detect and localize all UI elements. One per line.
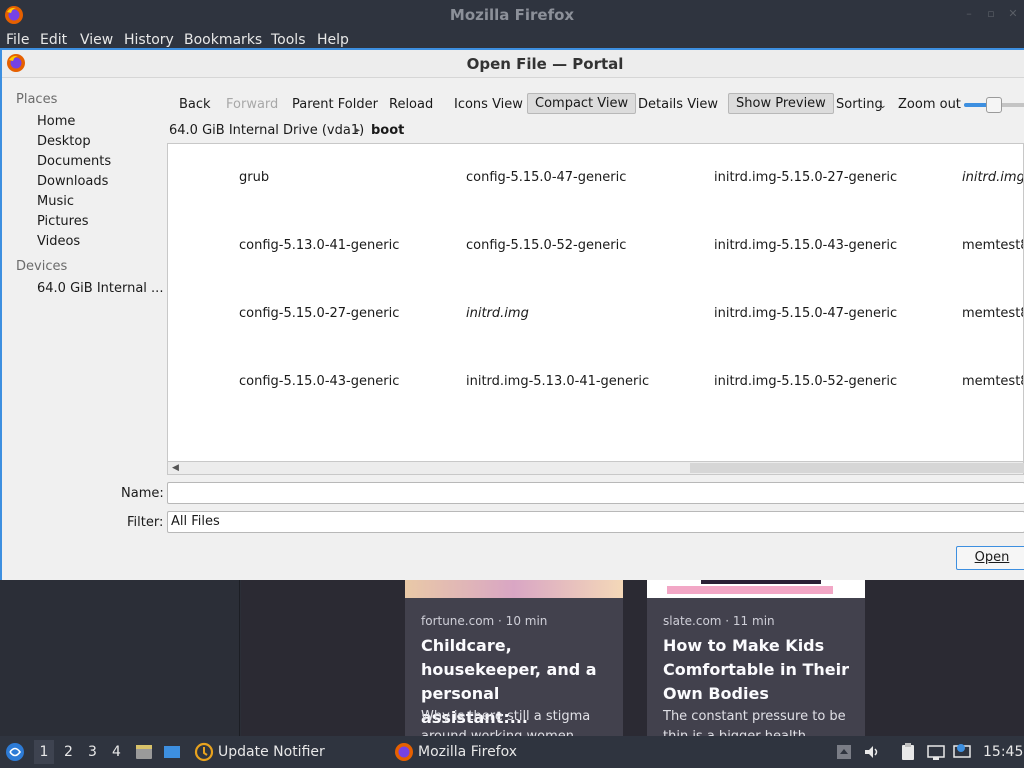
back-button[interactable]: Back (179, 97, 211, 112)
story-card[interactable]: slate.com · 11 min How to Make Kids Comf… (647, 580, 865, 736)
path-separator-icon: ▸ (355, 125, 361, 136)
file-item[interactable]: memtest86 (962, 306, 1023, 321)
firefox-menubar: File Edit View History Bookmarks Tools H… (0, 30, 1024, 50)
workspace-1[interactable]: 1 (34, 740, 54, 764)
file-item[interactable]: config-5.15.0-43-generic (239, 374, 399, 389)
workspace-4[interactable]: 4 (112, 744, 121, 760)
sidebar-item-documents[interactable]: Documents (37, 154, 111, 169)
path-current-folder[interactable]: boot (371, 123, 404, 138)
menu-file[interactable]: File (6, 32, 29, 48)
menu-edit[interactable]: Edit (40, 32, 67, 48)
places-heading: Places (16, 92, 58, 107)
file-item[interactable]: memtest86 (962, 374, 1023, 389)
taskbar: 1 2 3 4 Update Notifier Mozilla Firefox … (0, 736, 1024, 768)
close-icon[interactable]: ✕ (1008, 8, 1018, 19)
file-item[interactable]: initrd.img-5.15.0-27-generic (714, 170, 897, 185)
maximize-icon[interactable]: ▫ (986, 8, 996, 19)
sidebar-item-music[interactable]: Music (37, 194, 74, 209)
file-item[interactable]: config-5.15.0-27-generic (239, 306, 399, 321)
scrollbar-thumb[interactable] (690, 463, 1024, 473)
sorting-button[interactable]: Sorting (836, 97, 883, 112)
horizontal-scrollbar[interactable]: ◀ (167, 461, 1024, 475)
story-headline: How to Make Kids Comfortable in Their Ow… (663, 636, 850, 703)
devices-heading: Devices (16, 259, 68, 274)
background-sidebar (0, 580, 240, 736)
dialog-title: Open File — Portal (466, 55, 624, 73)
menu-history[interactable]: History (124, 32, 174, 48)
open-file-dialog: Open File — Portal Places Home Desktop D… (0, 48, 1024, 580)
firefox-window-title: Mozilla Firefox (449, 6, 575, 24)
open-button-label: Open (974, 550, 1010, 565)
story-source: fortune.com · 10 min (421, 614, 548, 628)
zoom-slider-handle[interactable] (986, 97, 1002, 113)
dialog-body: Places Home Desktop Documents Downloads … (2, 78, 1024, 580)
parent-folder-button[interactable]: Parent Folder (292, 97, 378, 112)
show-preview-button[interactable]: Show Preview (728, 93, 834, 114)
workspace-2[interactable]: 2 (64, 744, 73, 760)
story-source: slate.com · 11 min (663, 614, 775, 628)
icons-view-button[interactable]: Icons View (454, 97, 523, 112)
show-desktop-icon[interactable] (162, 742, 182, 762)
sidebar-item-downloads[interactable]: Downloads (37, 174, 108, 189)
menu-bookmarks[interactable]: Bookmarks (184, 32, 262, 48)
file-item[interactable]: grub (239, 170, 269, 185)
story-thumbnail (647, 580, 865, 598)
sidebar-item-pictures[interactable]: Pictures (37, 214, 88, 229)
file-item[interactable]: initrd.img.o (962, 170, 1023, 185)
name-label: Name: (121, 486, 164, 501)
story-thumbnail (405, 580, 623, 598)
file-item[interactable]: initrd.img-5.15.0-47-generic (714, 306, 897, 321)
file-item[interactable]: initrd.img (466, 306, 529, 321)
minimize-icon[interactable]: – (964, 8, 974, 19)
file-manager-icon[interactable] (134, 742, 154, 762)
sorting-chevron-down-icon: ⌄ (879, 101, 887, 111)
file-item[interactable]: memtest86 (962, 238, 1023, 253)
sidebar-item-internal-drive[interactable]: 64.0 GiB Internal ... (37, 281, 163, 296)
dialog-titlebar: Open File — Portal (2, 50, 1024, 78)
tray-arrow-up-icon[interactable] (834, 742, 854, 762)
notification-icon[interactable] (952, 742, 972, 762)
update-notifier-icon (194, 742, 214, 762)
story-excerpt: The constant pressure to be thin is a bi… (663, 709, 846, 736)
file-item[interactable]: config-5.13.0-41-generic (239, 238, 399, 253)
file-item[interactable]: initrd.img-5.15.0-52-generic (714, 374, 897, 389)
background-newtab (241, 580, 1024, 736)
update-notifier-task[interactable]: Update Notifier (218, 744, 325, 760)
file-item[interactable]: config-5.15.0-47-generic (466, 170, 626, 185)
file-item[interactable]: config-5.15.0-52-generic (466, 238, 626, 253)
sidebar-item-home[interactable]: Home (37, 114, 75, 129)
forward-button[interactable]: Forward (226, 97, 278, 112)
file-list[interactable]: grub config-5.13.0-41-generic config-5.1… (167, 143, 1024, 473)
filter-select[interactable]: All Files (167, 511, 1024, 533)
menu-tools[interactable]: Tools (271, 32, 306, 48)
sidebar-item-videos[interactable]: Videos (37, 234, 80, 249)
file-item[interactable]: initrd.img-5.15.0-43-generic (714, 238, 897, 253)
story-excerpt: Why is there still a stigma around worki… (421, 709, 591, 736)
network-icon[interactable] (926, 742, 946, 762)
volume-icon[interactable] (862, 742, 882, 762)
menu-help[interactable]: Help (317, 32, 349, 48)
reload-button[interactable]: Reload (389, 97, 433, 112)
zoom-out-button[interactable]: Zoom out (898, 97, 961, 112)
file-item[interactable]: initrd.img-5.13.0-41-generic (466, 374, 649, 389)
details-view-button[interactable]: Details View (638, 97, 718, 112)
open-button[interactable]: Open (956, 546, 1024, 570)
firefox-task[interactable]: Mozilla Firefox (418, 744, 517, 760)
workspace-3[interactable]: 3 (88, 744, 97, 760)
clipboard-icon[interactable] (898, 742, 918, 762)
compact-view-button[interactable]: Compact View (527, 93, 637, 114)
start-menu-icon[interactable] (5, 742, 25, 762)
clock: 15:45 (983, 744, 1024, 760)
places-sidebar: Places Home Desktop Documents Downloads … (2, 78, 165, 476)
scroll-left-icon[interactable]: ◀ (172, 462, 179, 474)
name-input[interactable] (167, 482, 1024, 504)
path-drive[interactable]: 64.0 GiB Internal Drive (vda1) (169, 123, 364, 138)
firefox-titlebar: Mozilla Firefox – ▫ ✕ (0, 0, 1024, 30)
filter-value: All Files (171, 514, 220, 529)
sidebar-item-desktop[interactable]: Desktop (37, 134, 91, 149)
menu-view[interactable]: View (80, 32, 113, 48)
firefox-task-icon (395, 743, 413, 761)
story-card[interactable]: fortune.com · 10 min Childcare, housekee… (405, 580, 623, 736)
filter-label: Filter: (127, 515, 164, 530)
